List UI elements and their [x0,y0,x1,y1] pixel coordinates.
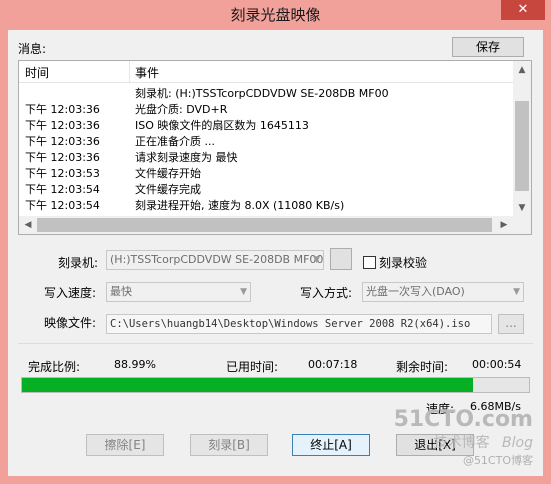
chevron-down-icon: ▼ [240,287,247,297]
horizontal-scrollbar[interactable]: ◀ ▶ [19,216,513,234]
message-rows: 刻录机: (H:)TSSTcorpCDDVDW SE-208DB MF00 下午 … [19,84,513,212]
burn-image-dialog: 刻录光盘映像 ✕ 消息: 保存 时间 事件 刻录机: (H:)TSSTcorpC… [0,0,551,484]
burner-label: 刻录机: [58,256,99,270]
horizontal-scroll-thumb[interactable] [37,218,492,232]
verify-label[interactable]: 刻录校验 [379,254,427,271]
remaining-label: 剩余时间: [396,360,449,374]
column-header-time[interactable]: 时间 [25,64,49,81]
scroll-right-icon[interactable]: ▶ [495,216,513,234]
remaining-value: 00:00:54 [472,358,522,371]
list-item[interactable]: 下午 12:03:36 ISO 映像文件的扇区数为 1645113 [19,116,513,132]
scroll-up-icon[interactable]: ▲ [513,61,531,79]
verify-checkbox[interactable] [363,256,376,269]
scroll-down-icon[interactable]: ▼ [513,199,531,217]
column-divider[interactable] [129,61,130,83]
watermark-blog: Blog [502,435,533,451]
image-file-label: 映像文件: [44,316,97,330]
burner-select[interactable]: (H:)TSSTcorpCDDVDW SE-208DB MF00 ▼ [106,250,324,270]
write-speed-label: 写入速度: [44,286,97,300]
list-item[interactable]: 下午 12:03:36 光盘介质: DVD+R [19,100,513,116]
dialog-client-area: 消息: 保存 时间 事件 刻录机: (H:)TSSTcorpCDDVDW SE-… [8,30,543,476]
list-item[interactable]: 下午 12:03:36 请求刻录速度为 最快 [19,148,513,164]
row-event: 文件缓存开始 [135,167,201,180]
chevron-down-icon: ▼ [513,287,520,297]
message-list[interactable]: 时间 事件 刻录机: (H:)TSSTcorpCDDVDW SE-208DB M… [18,60,532,235]
row-event: 刻录进程开始, 速度为 8.0X (11080 KB/s) [135,199,345,212]
title-bar: 刻录光盘映像 ✕ [0,0,551,30]
divider [18,343,533,344]
complete-value: 88.99% [114,358,156,371]
burner-select-value: (H:)TSSTcorpCDDVDW SE-208DB MF00 [110,253,324,266]
row-event: 文件缓存完成 [135,183,201,196]
row-event: 正在准备介质 ... [135,135,215,148]
row-time: 下午 12:03:36 [25,103,100,116]
burn-progress-bar [21,377,530,393]
write-speed-select[interactable]: 最快 ▼ [106,282,251,302]
watermark-site: 51CTO.com [393,407,533,432]
vertical-scrollbar[interactable]: ▲ ▼ [513,61,531,217]
image-file-field[interactable]: C:\Users\huangb14\Desktop\Windows Server… [106,314,492,334]
row-time: 下午 12:03:53 [25,167,100,180]
close-button[interactable]: ✕ [501,0,545,20]
row-time: 下午 12:03:54 [25,183,100,196]
write-mode-label: 写入方式: [300,286,353,300]
watermark-credit: @51CTO博客 [462,454,533,467]
stop-button[interactable]: 终止[A] [292,434,370,456]
row-time: 下午 12:03:54 [25,199,100,212]
list-item[interactable]: 下午 12:03:53 文件缓存开始 [19,164,513,180]
complete-label: 完成比例: [28,360,81,374]
write-mode-select[interactable]: 光盘一次写入(DAO) ▼ [362,282,524,302]
column-header-event[interactable]: 事件 [135,64,159,81]
save-button[interactable]: 保存 [452,37,524,57]
scroll-corner [513,216,531,234]
elapsed-label: 已用时间: [226,360,279,374]
vertical-scroll-thumb[interactable] [515,101,529,191]
list-item[interactable]: 下午 12:03:36 正在准备介质 ... [19,132,513,148]
write-speed-value: 最快 [110,285,132,298]
row-time: 下午 12:03:36 [25,119,100,132]
row-time: 下午 12:03:36 [25,135,100,148]
row-event: 请求刻录速度为 最快 [135,151,238,164]
watermark-line2: 技术博客 [433,435,490,451]
browse-button[interactable]: ... [498,314,524,334]
list-item[interactable]: 下午 12:03:54 文件缓存完成 [19,180,513,196]
row-event: 刻录机: (H:)TSSTcorpCDDVDW SE-208DB MF00 [135,87,389,100]
burn-progress-fill [22,378,474,392]
burner-options-button[interactable] [330,248,352,270]
scroll-left-icon[interactable]: ◀ [19,216,37,234]
write-mode-value: 光盘一次写入(DAO) [366,285,465,298]
burn-button[interactable]: 刻录[B] [190,434,268,456]
erase-button[interactable]: 擦除[E] [86,434,164,456]
elapsed-value: 00:07:18 [308,358,358,371]
window-title: 刻录光盘映像 [230,6,321,24]
row-time: 下午 12:03:36 [25,151,100,164]
watermark: 51CTO.com 技术博客 Blog @51CTO博客 [394,407,533,468]
list-item[interactable]: 刻录机: (H:)TSSTcorpCDDVDW SE-208DB MF00 [19,84,513,100]
row-event: 光盘介质: DVD+R [135,103,228,116]
list-header: 时间 事件 [19,61,513,83]
list-item[interactable]: 下午 12:03:54 刻录进程开始, 速度为 8.0X (11080 KB/s) [19,196,513,212]
row-event: ISO 映像文件的扇区数为 1645113 [135,119,309,132]
messages-label: 消息: [18,42,47,56]
chevron-down-icon: ▼ [313,255,320,265]
